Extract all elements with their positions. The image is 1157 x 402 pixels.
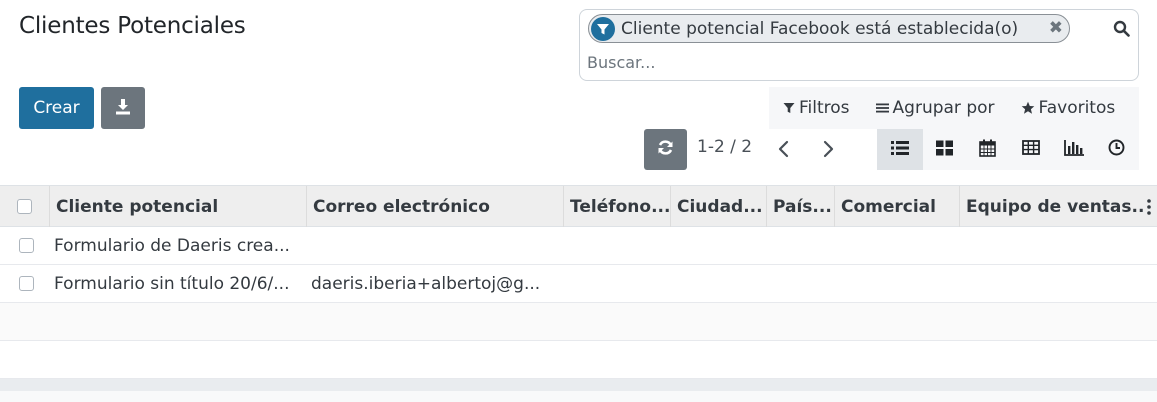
filter-icon <box>591 16 615 41</box>
kanban-view-button[interactable] <box>923 129 966 170</box>
optional-columns-icon[interactable] <box>1143 186 1157 227</box>
chevron-left-icon[interactable] <box>774 139 794 159</box>
row-checkbox-cell <box>19 265 35 302</box>
row-checkbox-cell <box>19 227 35 264</box>
filters-toggle[interactable]: Filtros <box>783 98 850 118</box>
bars-icon <box>875 102 889 114</box>
favorites-toggle[interactable]: Favoritos <box>1021 98 1116 118</box>
activity-view-button[interactable] <box>1095 129 1138 170</box>
page-title: Clientes Potenciales <box>19 13 246 39</box>
download-button[interactable] <box>101 87 145 129</box>
pivot-view-icon <box>1021 140 1040 159</box>
graph-view-icon <box>1063 139 1084 160</box>
row-checkbox[interactable] <box>19 276 34 291</box>
search-icon[interactable] <box>1110 17 1132 39</box>
activity-view-icon <box>1108 139 1125 160</box>
view-switcher <box>877 129 1139 170</box>
filter-icon <box>783 102 795 114</box>
column-header-city[interactable]: Ciudad... <box>671 186 767 227</box>
kanban-view-icon <box>936 140 953 160</box>
column-header-phone[interactable]: Teléfono... <box>564 186 671 227</box>
page-bottom <box>0 391 1157 402</box>
calendar-view-button[interactable] <box>966 129 1009 170</box>
column-header-sales-team[interactable]: Equipo de ventas... <box>960 186 1143 227</box>
table-row[interactable]: Formulario sin título 20/6/... daeris.ib… <box>0 265 1157 303</box>
create-button[interactable]: Crear <box>19 87 94 129</box>
column-header-lead[interactable]: Cliente potencial <box>50 186 307 227</box>
select-all-checkbox[interactable] <box>17 199 32 214</box>
column-header-email[interactable]: Correo electrónico <box>307 186 564 227</box>
pivot-view-button[interactable] <box>1009 129 1052 170</box>
star-icon <box>1021 101 1035 115</box>
list-table: Cliente potencial Correo electrónico Tel… <box>0 185 1157 379</box>
table-row[interactable]: Formulario de Daeris crea... <box>0 227 1157 265</box>
favorites-label: Favoritos <box>1038 98 1116 118</box>
pager-value[interactable]: 1-2 / 2 <box>697 137 752 157</box>
search-panel: Filtros Agrupar por Favoritos <box>769 87 1139 129</box>
table-header: Cliente potencial Correo electrónico Tel… <box>0 185 1157 227</box>
groupby-label: Agrupar por <box>892 98 995 118</box>
chevron-right-icon[interactable] <box>818 139 838 159</box>
refresh-icon <box>657 139 674 160</box>
column-header-country[interactable]: País... <box>767 186 835 227</box>
empty-row <box>0 341 1157 379</box>
table-footer <box>0 379 1157 391</box>
empty-row <box>0 303 1157 341</box>
calendar-view-icon <box>979 139 996 161</box>
groupby-toggle[interactable]: Agrupar por <box>875 98 995 118</box>
graph-view-button[interactable] <box>1052 129 1095 170</box>
lead-email: daeris.iberia+albertoj@g... <box>311 273 541 294</box>
lead-email <box>311 227 561 264</box>
remove-facet-icon[interactable]: ✖ <box>1049 18 1063 38</box>
list-view-button[interactable] <box>877 129 923 170</box>
lead-name: Formulario de Daeris crea... <box>54 235 290 256</box>
select-all-cell <box>0 186 50 227</box>
list-view-icon <box>891 140 909 160</box>
filters-label: Filtros <box>799 98 850 118</box>
search-input[interactable] <box>587 50 1107 74</box>
search-box[interactable]: Cliente potencial Facebook está establec… <box>579 9 1139 81</box>
column-header-salesperson[interactable]: Comercial <box>835 186 960 227</box>
refresh-button[interactable] <box>644 129 687 170</box>
lead-name: Formulario sin título 20/6/... <box>54 273 290 294</box>
row-checkbox[interactable] <box>19 238 34 253</box>
search-facet: Cliente potencial Facebook está establec… <box>588 14 1070 43</box>
download-icon <box>114 98 132 119</box>
facet-label: Cliente potencial Facebook está establec… <box>621 18 1019 39</box>
